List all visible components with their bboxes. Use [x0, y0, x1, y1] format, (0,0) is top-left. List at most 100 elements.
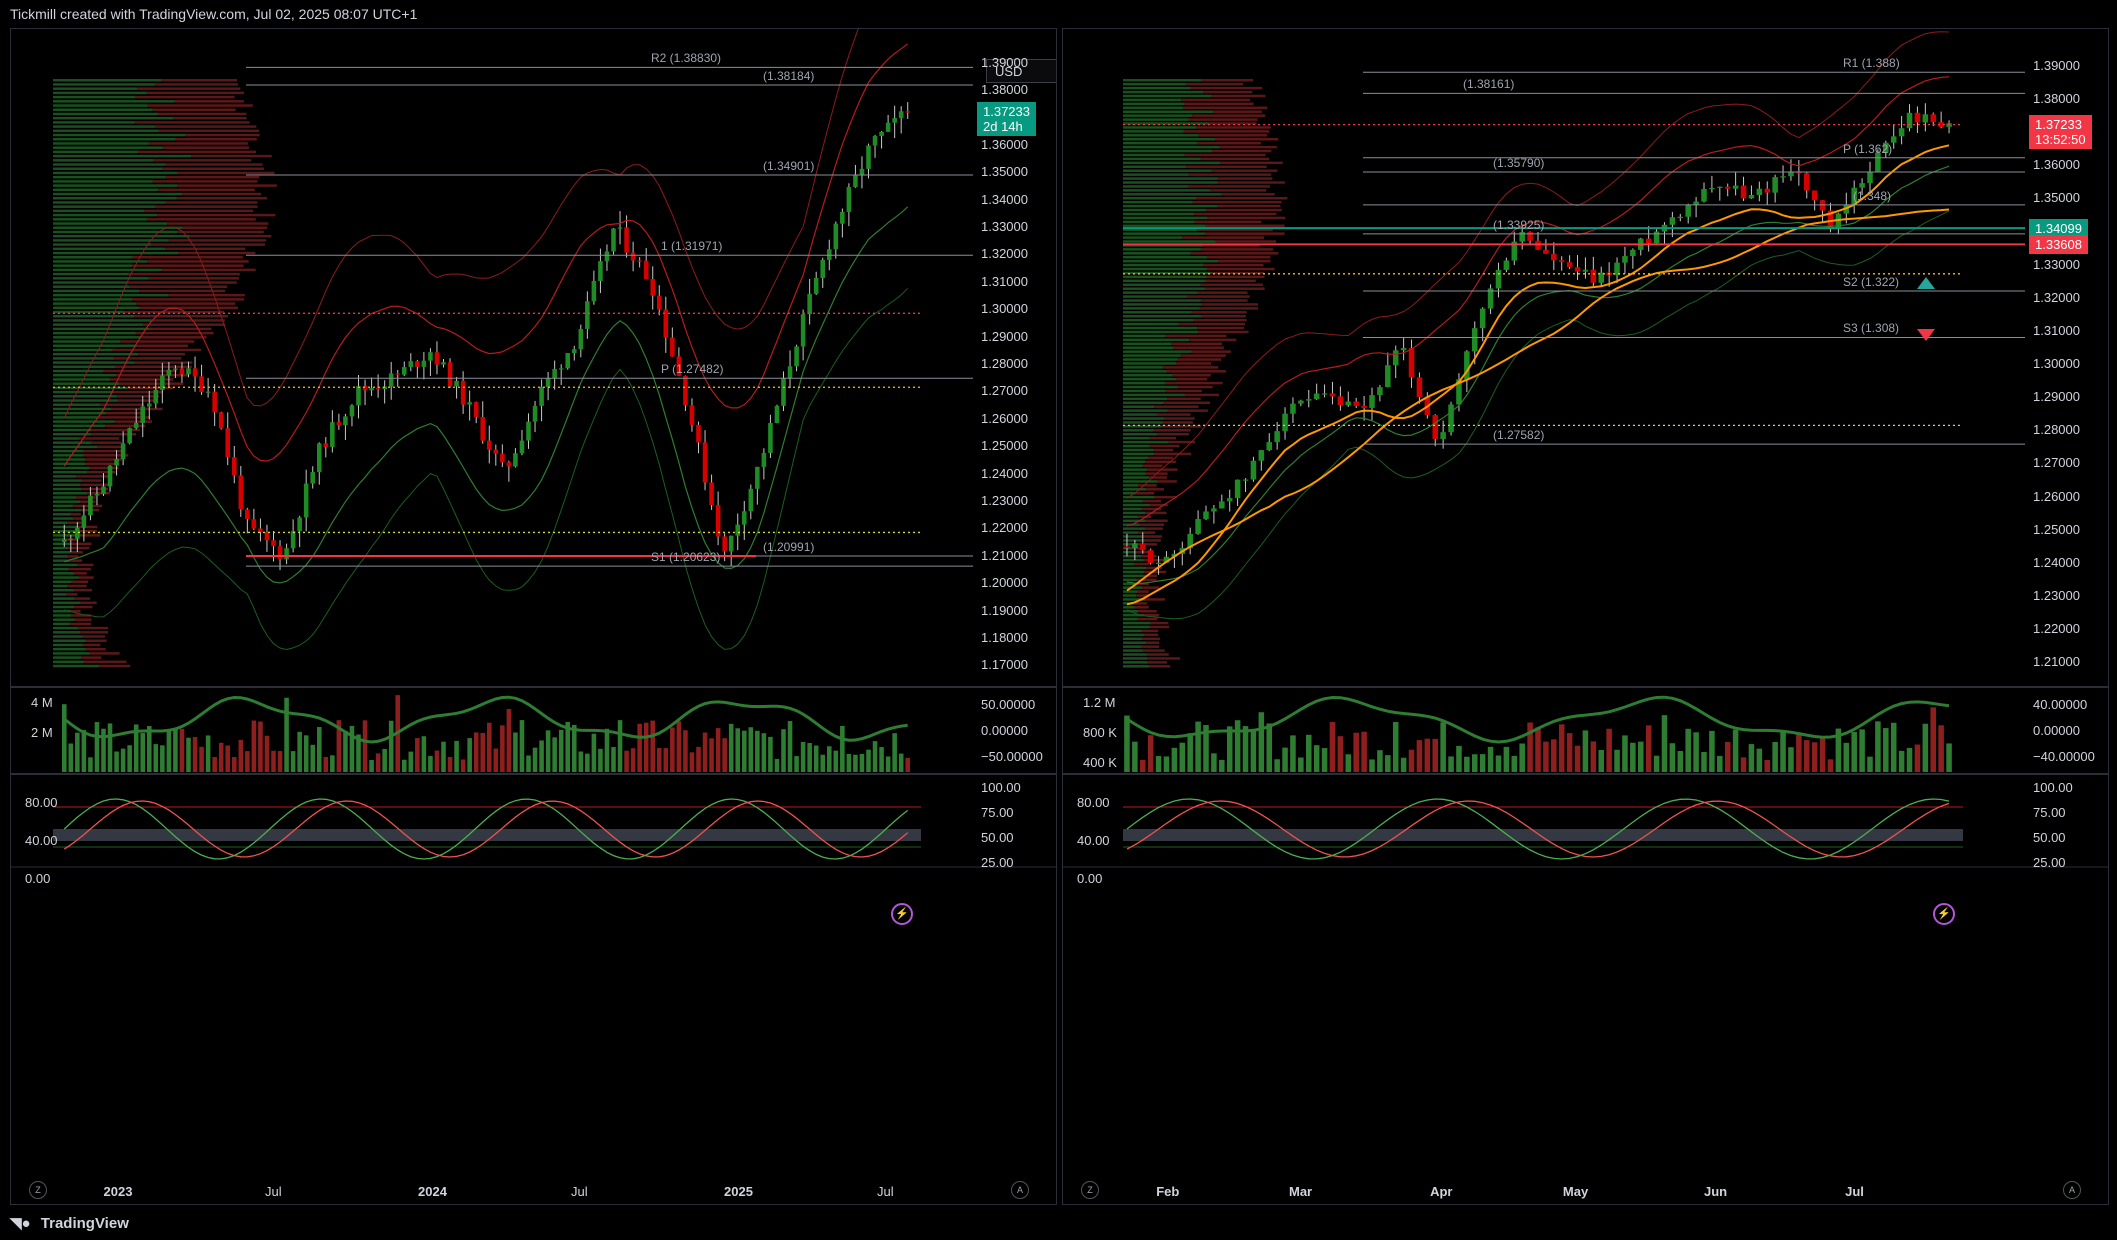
last-price-badge[interactable]: 1.33608 — [2029, 235, 2088, 255]
volume-profile-bar-up — [53, 205, 156, 208]
volume-bar — [1124, 715, 1130, 772]
auto-scale-icon[interactable]: A — [2063, 1181, 2081, 1199]
volume-bar — [1843, 742, 1850, 772]
right-chart-panel[interactable]: 1.390001.380001.370001.360001.350001.340… — [1062, 28, 2109, 1205]
volume-profile-bar-up — [1123, 295, 1188, 298]
candle-body — [1740, 185, 1747, 199]
volume-profile-bar-down — [84, 462, 119, 465]
volume-profile-bar-up — [53, 348, 113, 352]
volume-profile-bar-down — [1217, 177, 1273, 180]
candle-body — [1717, 186, 1723, 188]
volume-profile-bar-up — [1123, 263, 1204, 267]
price-axis-label: 1.25000 — [981, 438, 1028, 454]
volume-profile-bar-up — [1123, 232, 1206, 235]
candle-body — [1732, 185, 1739, 189]
volume-bar — [571, 724, 577, 772]
volume-profile-bar-down — [1176, 362, 1212, 365]
volume-bar — [637, 723, 642, 772]
candle-body — [853, 174, 858, 188]
tradingview-logo-icon[interactable]: ◥● — [10, 1215, 31, 1232]
volume-bar — [428, 755, 433, 772]
footer-brand[interactable]: TradingView — [41, 1215, 129, 1232]
candle-body — [1329, 393, 1336, 397]
alert-bolt-icon[interactable]: ⚡ — [891, 903, 913, 925]
volume-profile-bar-down — [1213, 110, 1262, 113]
last-price-badge[interactable]: 1.37233 13:52:50 — [2029, 115, 2092, 150]
volume-profile-bar-down — [1219, 145, 1277, 149]
candle-body — [101, 486, 106, 494]
volume-profile-bar-up — [1123, 149, 1213, 153]
alert-bolt-icon[interactable]: ⚡ — [1933, 903, 1955, 925]
volume-profile-bar-up — [53, 116, 174, 120]
volume-profile-bar-down — [111, 407, 163, 411]
volume-profile-bar-down — [1195, 197, 1288, 200]
candle-body — [500, 453, 505, 463]
volume-profile-bar-down — [67, 584, 87, 588]
oscillator-axis-label: 0.00000 — [981, 723, 1028, 738]
candle-body — [343, 416, 348, 426]
volume-bar — [630, 748, 636, 772]
candle-body — [866, 145, 871, 169]
right-chart-svg[interactable] — [1063, 29, 2108, 1204]
volume-profile-bar-up — [1123, 208, 1207, 212]
candle-body — [1811, 190, 1818, 201]
volume-bar — [1132, 741, 1138, 772]
volume-profile-bar-up — [1123, 287, 1206, 290]
volume-profile-bar-down — [151, 319, 225, 322]
volume-profile-bar-down — [168, 239, 267, 242]
volume-bar — [506, 709, 512, 772]
volume-profile-bar-up — [1123, 197, 1196, 200]
volume-profile-bar-down — [127, 281, 237, 284]
volume-profile-bar-up — [1123, 421, 1163, 424]
volume-bar — [794, 756, 799, 772]
last-price-badge[interactable]: 1.37233 2d 14h — [977, 102, 1036, 137]
volume-profile-bar-up — [53, 449, 84, 453]
volume-profile-bar-up — [1123, 204, 1218, 208]
volume-profile-bar-down — [78, 576, 94, 579]
candle-body — [146, 403, 152, 407]
candle-body — [1574, 267, 1581, 272]
volume-profile-bar-down — [1196, 126, 1271, 129]
candle-body — [611, 228, 616, 252]
volume-profile-bar-up — [53, 272, 129, 276]
volume-profile-bar-up — [1123, 118, 1189, 121]
volume-bar — [1171, 747, 1178, 772]
volume-bar — [166, 729, 172, 772]
volume-profile-bar-down — [82, 635, 106, 638]
volume-bar — [421, 736, 427, 772]
volume-profile-bar-up — [53, 180, 153, 183]
volume-profile-bar-up — [53, 256, 133, 259]
volume-bar — [388, 720, 394, 772]
volume-profile-bar-down — [165, 175, 260, 179]
auto-scale-icon[interactable]: A — [1011, 1181, 1029, 1199]
volume-bar — [853, 754, 858, 772]
candle-body — [133, 422, 139, 429]
zoom-reset-icon[interactable]: Z — [29, 1181, 47, 1199]
volume-bar — [1606, 728, 1612, 772]
volume-bar — [643, 722, 649, 772]
left-chart-svg[interactable] — [11, 29, 1056, 1204]
volume-profile-bar-down — [1144, 570, 1167, 574]
left-chart-panel[interactable]: USD 1.390001.380001.370001.360001.350001… — [10, 28, 1057, 1205]
volume-bar — [1424, 738, 1431, 772]
volume-profile-bar-up — [53, 466, 90, 470]
volume-profile-bar-down — [1162, 421, 1193, 424]
volume-profile-bar-down — [182, 192, 261, 196]
candle-body — [1590, 269, 1597, 283]
candle-body — [715, 505, 721, 537]
pivot-level-label: (1.38161) — [1463, 77, 1515, 92]
candle-body — [114, 459, 119, 466]
volume-profile-bar-down — [1157, 413, 1191, 416]
volume-profile-bar-up — [1123, 393, 1185, 397]
volume-bar — [290, 751, 296, 772]
candle-body — [1139, 543, 1146, 551]
volume-profile-bar-down — [1164, 381, 1223, 385]
volume-bar — [683, 730, 688, 772]
volume-profile-bar-up — [53, 302, 137, 305]
volume-profile-bar-up — [1123, 134, 1199, 137]
volume-profile-bar-down — [81, 479, 102, 482]
volume-profile-bar-down — [1209, 189, 1267, 192]
zoom-reset-icon[interactable]: Z — [1081, 1181, 1099, 1199]
volume-profile-bar-down — [1157, 433, 1189, 436]
volume-profile-bar-up — [1123, 114, 1193, 117]
